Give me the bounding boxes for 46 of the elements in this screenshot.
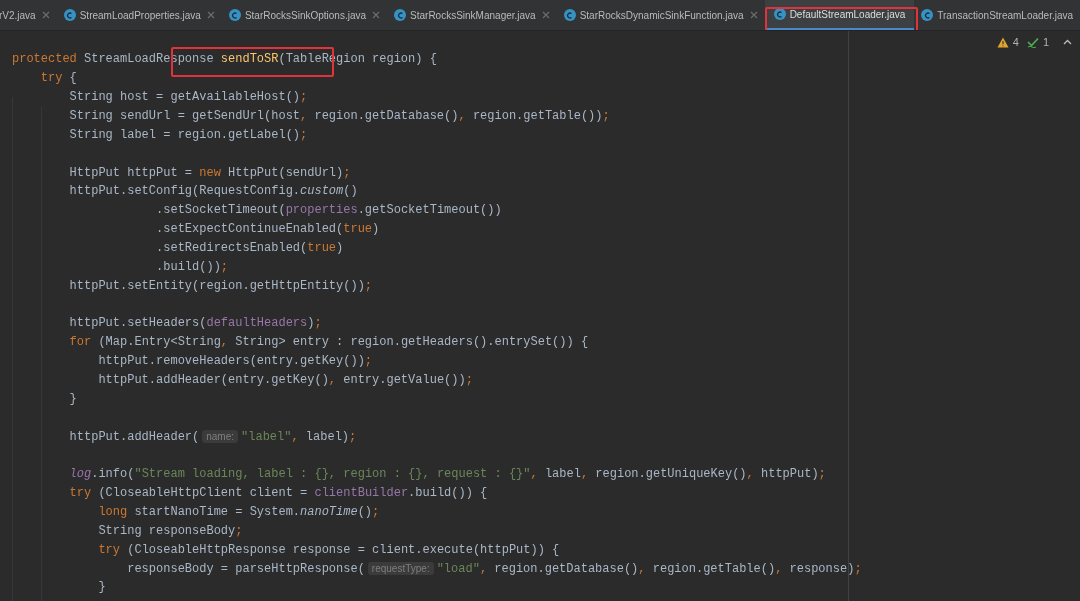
check-icon[interactable] [1026, 36, 1039, 48]
code-line: .setSocketTimeout(properties.getSocketTimeout()) [155, 202, 502, 220]
caret-icon[interactable] [1063, 39, 1072, 46]
editor-tab[interactable]: DefaultStreamLoader.java [764, 0, 915, 30]
code-line: } [97, 579, 106, 597]
editor-tab[interactable]: StarRocksDynamicSinkFunction.java [556, 0, 765, 30]
code-line: .setExpectContinueEnabled(true) [155, 221, 380, 239]
code-line: try { [39, 70, 77, 88]
editor-tab[interactable]: rV2.java [0, 0, 57, 30]
close-icon[interactable] [749, 11, 758, 19]
close-icon[interactable] [541, 11, 550, 19]
weak-warning-count: 1 [1042, 35, 1049, 50]
code-line: httpPut.addHeader(entry.getKey(), entry.getValue()); [97, 372, 473, 390]
code-line: log.info("Stream loading, label : {}, region : {}, request : {}", label, region.getUniqueKey(), httpPut); [68, 466, 826, 484]
code-line: responseBody = parseHttpResponse( requestType: "load", region.getDatabase(), region.getTable(), response); [126, 560, 862, 578]
code-line: } [68, 390, 77, 408]
warning-icon[interactable] [996, 36, 1009, 48]
code-line: try (CloseableHttpClient client = clientBuilder.build()) { [68, 485, 488, 503]
code-line: httpPut.addHeader( name: "label", label); [68, 428, 357, 446]
code-line: long startNanoTime = System.nanoTime(); [97, 504, 380, 522]
code-line: String host = getAvailableHost(); [68, 89, 308, 107]
code-line: for (Map.Entry<String, String> entry : region.getHeaders().entrySet()) { [68, 334, 589, 352]
class-file-icon [228, 9, 241, 21]
code-line: .setRedirectsEnabled(true) [155, 240, 344, 257]
code-line: httpPut.setEntity(region.getHttpEntity()); [68, 277, 373, 295]
code-line: String label = region.getLabel(); [68, 126, 308, 144]
editor-tab[interactable]: TransactionStreamLoader.java [914, 0, 1080, 30]
editor-tab[interactable]: StarRocksSinkOptions.java [221, 0, 388, 30]
code-line: .build()); [155, 258, 229, 276]
code-line: String responseBody; [97, 522, 243, 540]
class-file-icon [394, 9, 407, 21]
code-line: httpPut.setConfig(RequestConfig.custom() [68, 183, 358, 201]
class-file-icon [921, 9, 934, 21]
close-icon[interactable] [41, 11, 50, 19]
code-line: httpPut.removeHeaders(entry.getKey()); [97, 353, 373, 371]
code-line: HttpPut httpPut = new HttpPut(sendUrl); [68, 164, 351, 182]
close-icon[interactable] [372, 11, 381, 19]
class-file-icon [563, 9, 576, 21]
warning-count: 4 [1012, 35, 1019, 50]
code-line: try (CloseableHttpResponse response = client.execute(httpPut)) { [97, 541, 560, 559]
close-icon[interactable] [206, 11, 215, 19]
code-line: String sendUrl = getSendUrl(host, region.getDatabase(), region.getTable()); [68, 108, 610, 125]
editor-tab[interactable]: StarRocksSinkManager.java [387, 0, 557, 30]
code-line: httpPut.setHeaders(defaultHeaders); [68, 315, 322, 333]
editor-tab[interactable]: StreamLoadProperties.java [56, 0, 222, 30]
class-file-icon [63, 9, 76, 21]
